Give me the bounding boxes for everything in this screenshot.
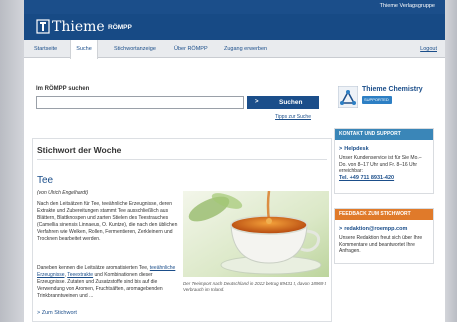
- feedback-text: Unsere Redaktion freut sich über Ihre Ko…: [339, 235, 423, 254]
- left-shadow: [0, 0, 24, 322]
- search-button-label: Suchen: [279, 99, 303, 106]
- thieme-logo-icon[interactable]: [36, 19, 50, 34]
- main-nav: Startseite Suche Stichwortanzeige Über R…: [24, 40, 445, 59]
- keyword-of-the-week: Stichwort der Woche Tee (von Ulrich Enge…: [32, 138, 332, 322]
- brand-name[interactable]: Thieme: [52, 19, 105, 35]
- keyword-title[interactable]: Tee: [37, 175, 53, 186]
- chemistry-name: Thieme Chemistry: [362, 86, 423, 93]
- tab-zugang-erwerben[interactable]: Zugang erwerben: [224, 46, 267, 52]
- chevron-right-icon: >: [255, 99, 259, 105]
- chevron-right-icon: >: [339, 226, 343, 232]
- support-box: KONTAKT UND SUPPORT > Helpdesk Unser Kund…: [334, 128, 434, 194]
- more-keyword-link[interactable]: > Zum Stichwort: [37, 310, 77, 316]
- feedback-email-link[interactable]: > redaktion@roempp.com: [339, 226, 429, 232]
- feedback-email: redaktion@roempp.com: [344, 226, 408, 232]
- tab-startseite[interactable]: Startseite: [34, 46, 57, 52]
- helpdesk-label: Helpdesk: [344, 146, 369, 152]
- support-phone[interactable]: Tel. +49 711 8931-420: [339, 175, 429, 181]
- image-caption: Der Teeimport nach Deutschland in 2012 b…: [183, 281, 326, 292]
- thieme-chemistry-logo[interactable]: Thieme Chemistry SUPPORTED: [334, 82, 439, 116]
- chevron-right-icon: >: [339, 146, 343, 152]
- link-teeextrakte[interactable]: Teeextrakte: [67, 272, 93, 278]
- tab-suche[interactable]: Suche: [70, 40, 98, 59]
- support-text: Unser Kundenservice ist für Sie Mo.–Do. …: [339, 155, 422, 174]
- group-name[interactable]: Thieme Verlagsgruppe: [380, 3, 435, 9]
- supported-badge: SUPPORTED: [362, 96, 392, 104]
- paragraph-text: Daneben kennen die Leitsätze aromatisier…: [37, 265, 149, 271]
- logout-link[interactable]: Logout: [420, 46, 437, 52]
- page: Thieme Verlagsgruppe Thieme RÖMPP Starts…: [24, 0, 445, 322]
- feedback-heading: FEEDBACK ZUM STICHWORT: [335, 209, 433, 220]
- keyword-paragraph-2: Daneben kennen die Leitsätze aromatisier…: [37, 265, 179, 300]
- product-name: RÖMPP: [108, 24, 132, 31]
- divider: [37, 159, 327, 160]
- group-bar: Thieme Verlagsgruppe: [24, 0, 445, 14]
- support-heading: KONTAKT UND SUPPORT: [335, 129, 433, 140]
- search-button[interactable]: > Suchen: [247, 96, 319, 109]
- tab-stichwortanzeige[interactable]: Stichwortanzeige: [114, 46, 156, 52]
- search-input[interactable]: [36, 96, 244, 109]
- tea-cup-image: [183, 191, 329, 277]
- search-panel: Im RÖMPP suchen > Suchen Tipps zur Suche: [32, 82, 332, 124]
- search-tips-link[interactable]: Tipps zur Suche: [275, 114, 311, 120]
- helpdesk-link[interactable]: > Helpdesk: [339, 146, 429, 152]
- tab-ueber-roempp[interactable]: Über RÖMPP: [174, 46, 208, 52]
- section-title: Stichwort der Woche: [37, 145, 122, 155]
- molecule-icon: [338, 86, 358, 108]
- keyword-paragraph-1: Nach den Leitsätzen für Tee, teeähnliche…: [37, 201, 178, 242]
- keyword-author: (von Ulrich Engelhardt): [37, 190, 89, 196]
- feedback-box: FEEDBACK ZUM STICHWORT > redaktion@roempp…: [334, 208, 434, 264]
- right-shadow: [445, 0, 457, 322]
- brand-header: Thieme RÖMPP: [24, 14, 445, 40]
- paragraph-text: ,: [64, 272, 66, 278]
- search-label: Im RÖMPP suchen: [36, 86, 90, 92]
